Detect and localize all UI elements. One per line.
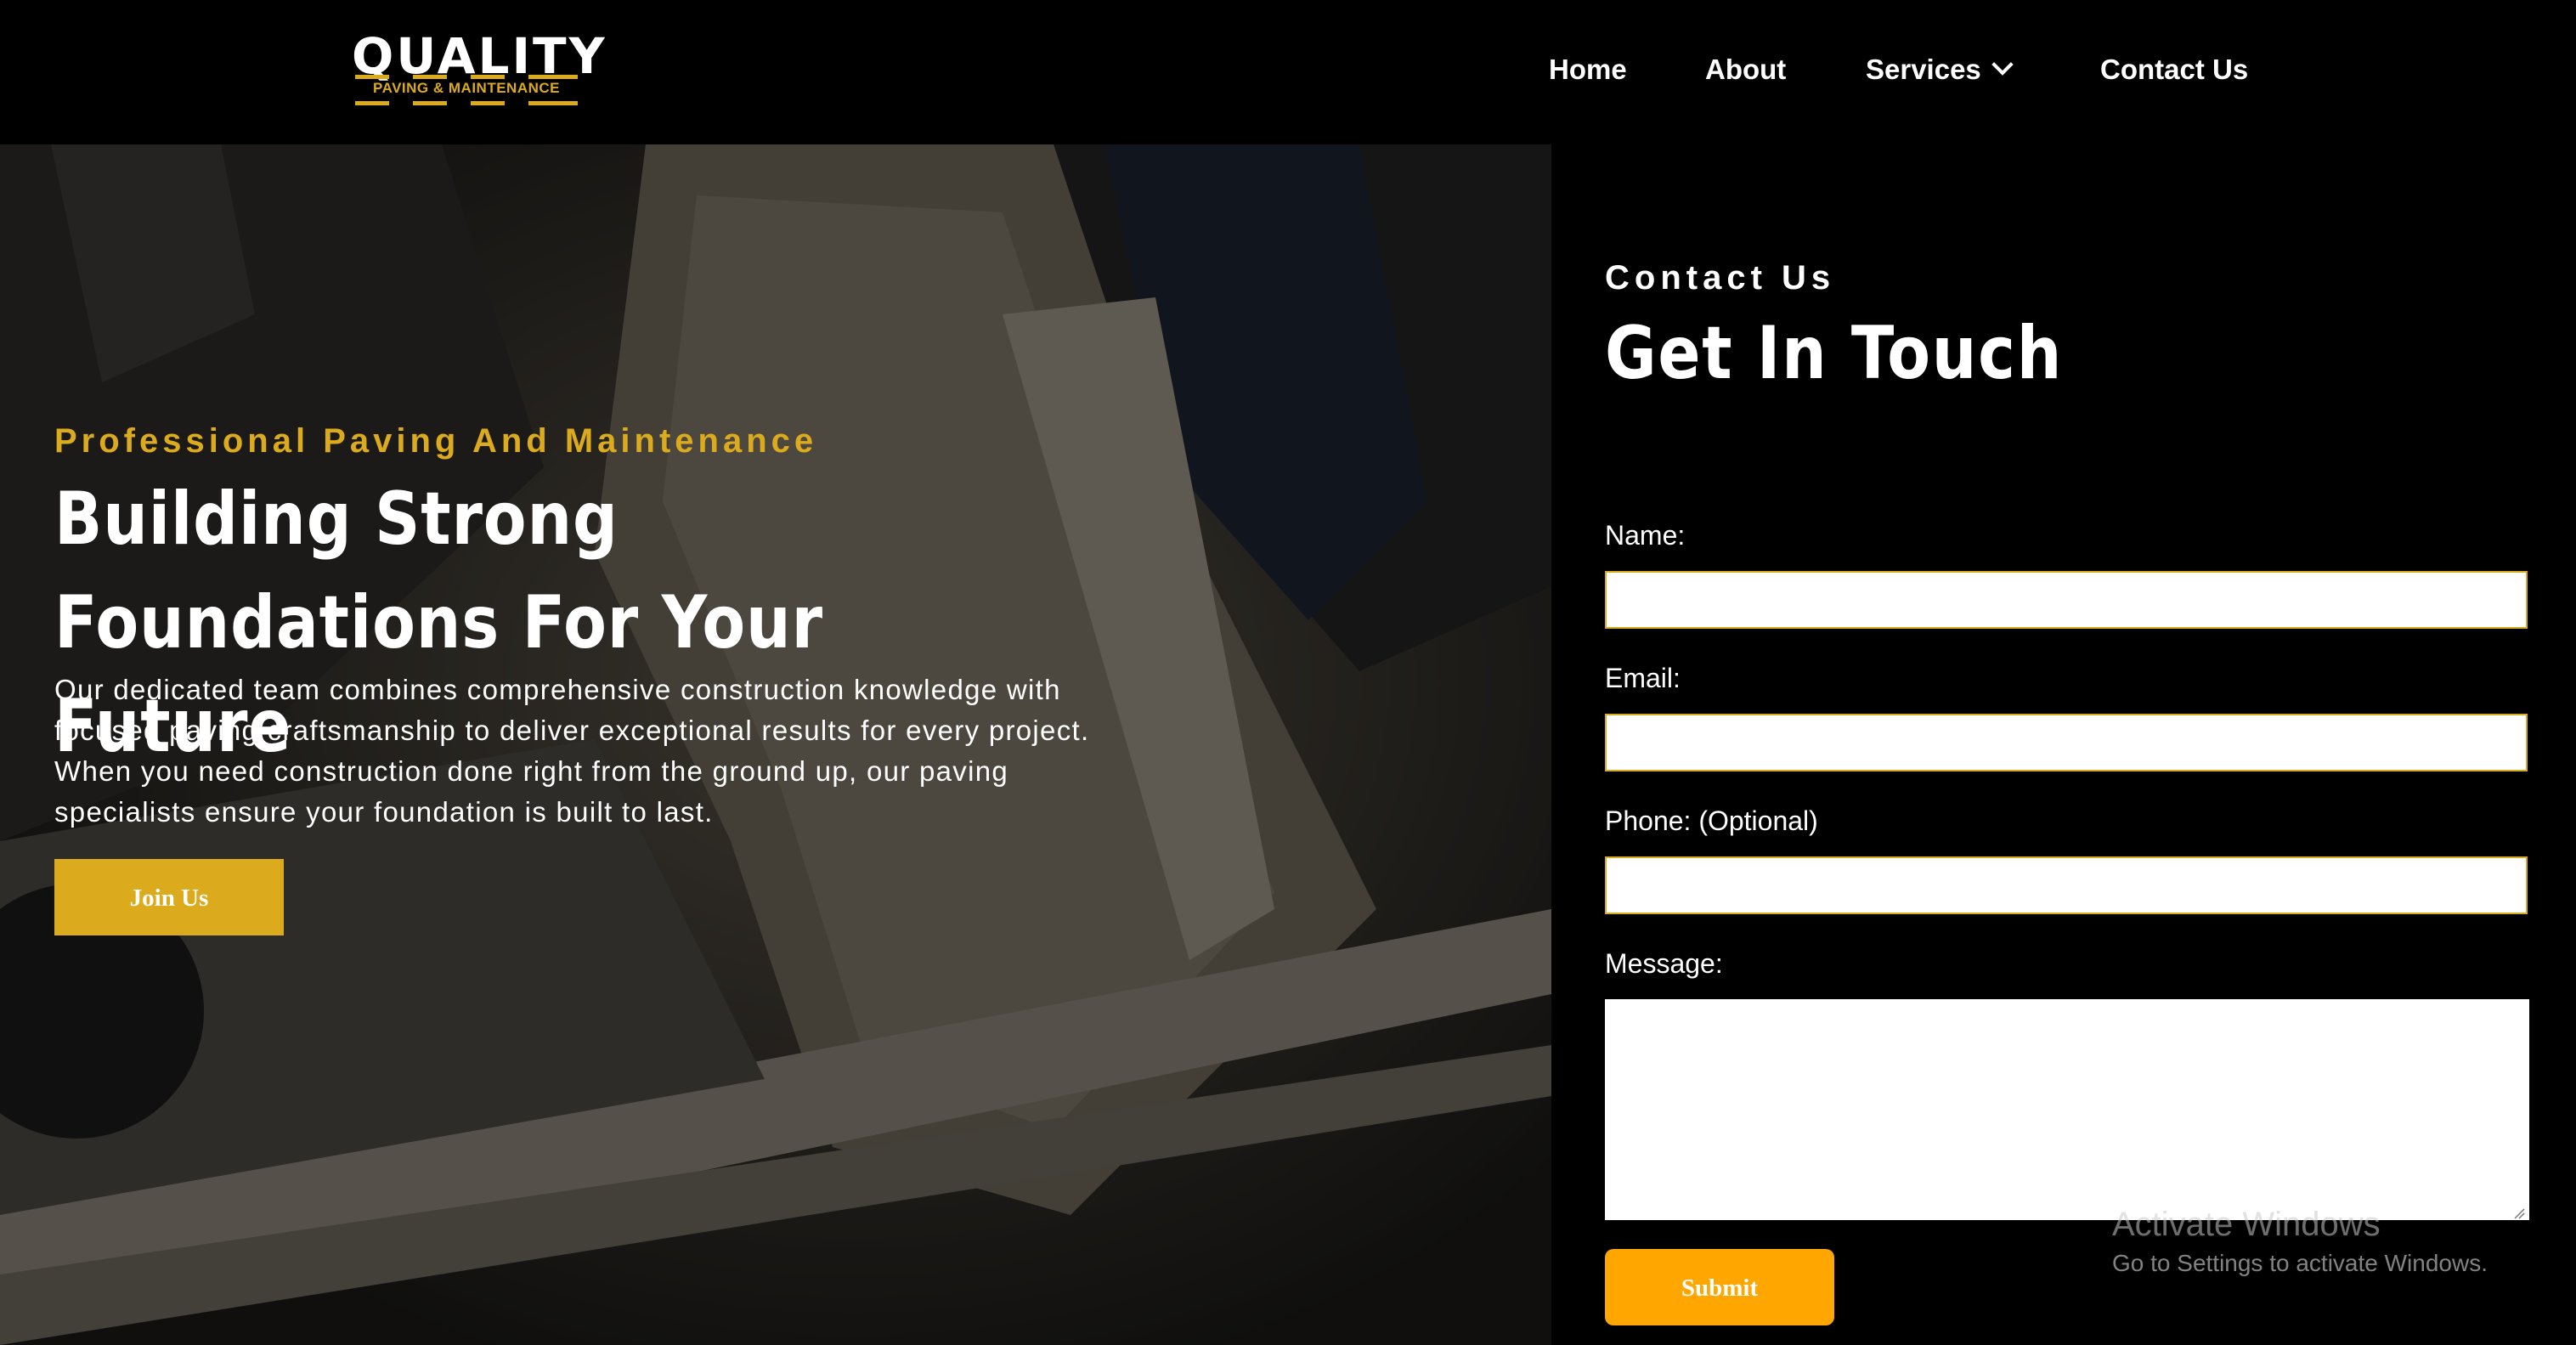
contact-eyebrow: Contact Us: [1605, 259, 1836, 297]
message-field[interactable]: [1605, 999, 2529, 1220]
hero-description-line: When you need construction done right fr…: [54, 755, 1009, 787]
message-label: Message:: [1605, 948, 1723, 979]
name-label: Name:: [1605, 520, 1686, 551]
submit-button[interactable]: Submit: [1605, 1249, 1834, 1325]
email-field[interactable]: [1605, 714, 2528, 771]
hero-eyebrow: Professional Paving And Maintenance: [54, 422, 818, 460]
contact-panel: Contact Us Get In Touch Name: Email: Pho…: [1551, 144, 2576, 1345]
main-nav: Home About Services Contact Us: [0, 53, 2576, 87]
hero-description-line: Our dedicated team combines comprehensiv…: [54, 674, 1061, 705]
chevron-down-icon: [1991, 54, 2014, 76]
hero-headline-line: Building Strong: [54, 477, 619, 562]
site-header: QUALITY PAVING & MAINTENANCE Home About …: [0, 0, 2576, 144]
hero-description: Our dedicated team combines comprehensiv…: [54, 670, 1193, 833]
phone-field[interactable]: [1605, 856, 2528, 914]
windows-activation-subtitle: Go to Settings to activate Windows.: [2112, 1250, 2488, 1276]
logo-dash: [413, 101, 447, 105]
logo-dash: [528, 101, 578, 105]
nav-home[interactable]: Home: [1549, 53, 1627, 87]
join-us-button[interactable]: Join Us: [54, 859, 284, 935]
nav-services-label: Services: [1866, 54, 1981, 85]
contact-title: Get In Touch: [1605, 311, 2064, 396]
logo-dash: [471, 101, 505, 105]
hero-section: Professional Paving And Maintenance Buil…: [0, 144, 1551, 1345]
nav-about[interactable]: About: [1705, 53, 1786, 87]
windows-activation-title: Activate Windows: [2112, 1206, 2381, 1243]
name-field[interactable]: [1605, 571, 2528, 629]
nav-contact[interactable]: Contact Us: [2100, 53, 2248, 87]
phone-label: Phone: (Optional): [1605, 805, 1818, 836]
email-label: Email:: [1605, 663, 1681, 693]
textarea-resize-grip-icon[interactable]: [2513, 1207, 2525, 1219]
hero-description-line: specialists ensure your foundation is bu…: [54, 796, 714, 828]
nav-services[interactable]: Services: [1866, 53, 2014, 87]
logo-dash: [355, 101, 389, 105]
hero-description-line: focused paving craftsmanship to deliver …: [54, 715, 1090, 746]
